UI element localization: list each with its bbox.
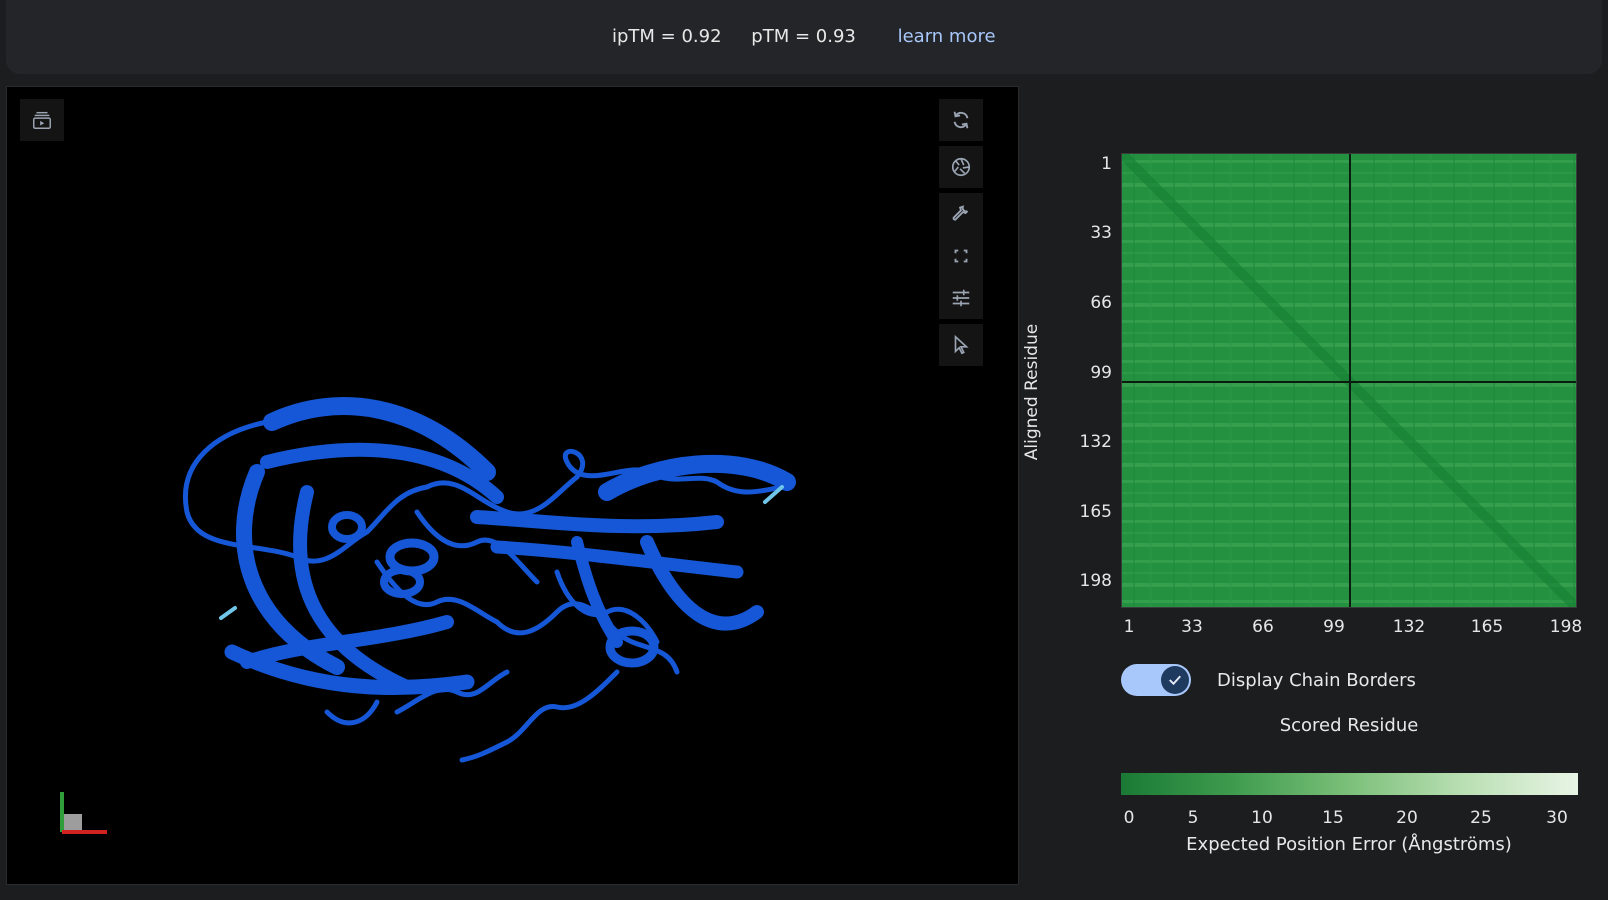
reset-view-icon (953, 111, 969, 129)
confidence-metrics: ipTM = 0.92 pTM = 0.93 learn more (612, 26, 1020, 47)
selection-mode-button[interactable] (939, 324, 983, 366)
chain-borders-toggle-row: Display Chain Borders (1121, 664, 1416, 696)
scale-tick: 0 (1123, 808, 1135, 828)
selection-cursor-icon (954, 334, 969, 355)
pae-heatmap[interactable] (1121, 153, 1577, 608)
tools-button[interactable] (939, 193, 983, 235)
check-icon (1169, 675, 1181, 686)
reset-view-button[interactable] (939, 99, 983, 141)
y-axis-label: Aligned Residue (1022, 323, 1042, 461)
scale-tick: 15 (1322, 808, 1344, 828)
x-tick: 33 (1181, 617, 1203, 637)
x-tick: 198 (1549, 617, 1583, 637)
y-tick: 165 (1079, 502, 1112, 522)
chain-borders-toggle[interactable] (1121, 664, 1191, 696)
animation-button[interactable] (20, 99, 64, 141)
settings-sliders-icon (952, 289, 970, 307)
wrench-icon (952, 205, 969, 221)
scale-tick: 10 (1251, 808, 1273, 828)
fullscreen-icon (954, 249, 968, 263)
y-tick: 132 (1079, 432, 1112, 452)
x-tick: 1 (1123, 617, 1135, 637)
x-tick: 66 (1252, 617, 1274, 637)
chain-borders-label: Display Chain Borders (1217, 669, 1416, 691)
x-axis-label: Scored Residue (1279, 715, 1419, 736)
scale-tick: 20 (1396, 808, 1418, 828)
x-tick: 132 (1392, 617, 1426, 637)
scale-tick: 5 (1187, 808, 1199, 828)
screenshot-button[interactable] (939, 146, 983, 188)
animation-icon (33, 111, 51, 129)
ptm-value: pTM = 0.93 (751, 26, 856, 47)
learn-more-link[interactable]: learn more (898, 26, 996, 47)
y-tick: 66 (1090, 293, 1112, 313)
scale-tick: 25 (1470, 808, 1492, 828)
y-tick: 198 (1079, 571, 1112, 591)
orientation-axes (60, 792, 107, 834)
scale-tick: 30 (1546, 808, 1568, 828)
screenshot-icon (951, 157, 971, 177)
protein-structure[interactable] (177, 312, 817, 772)
x-tick: 99 (1323, 617, 1345, 637)
structure-viewer[interactable] (6, 86, 1019, 885)
fullscreen-button[interactable] (939, 235, 983, 277)
x-tick: 165 (1470, 617, 1504, 637)
top-bar: ipTM = 0.92 pTM = 0.93 learn more (6, 0, 1602, 74)
pae-heatmap-canvas (1122, 154, 1576, 607)
iptm-value: ipTM = 0.92 (612, 26, 722, 47)
scale-title: Expected Position Error (Ångströms) (1186, 834, 1512, 855)
y-tick: 1 (1101, 154, 1112, 174)
toggle-knob (1161, 666, 1189, 694)
y-tick: 33 (1090, 223, 1112, 243)
settings-button[interactable] (939, 277, 983, 319)
color-scale-bar (1121, 773, 1578, 795)
y-tick: 99 (1090, 363, 1112, 383)
